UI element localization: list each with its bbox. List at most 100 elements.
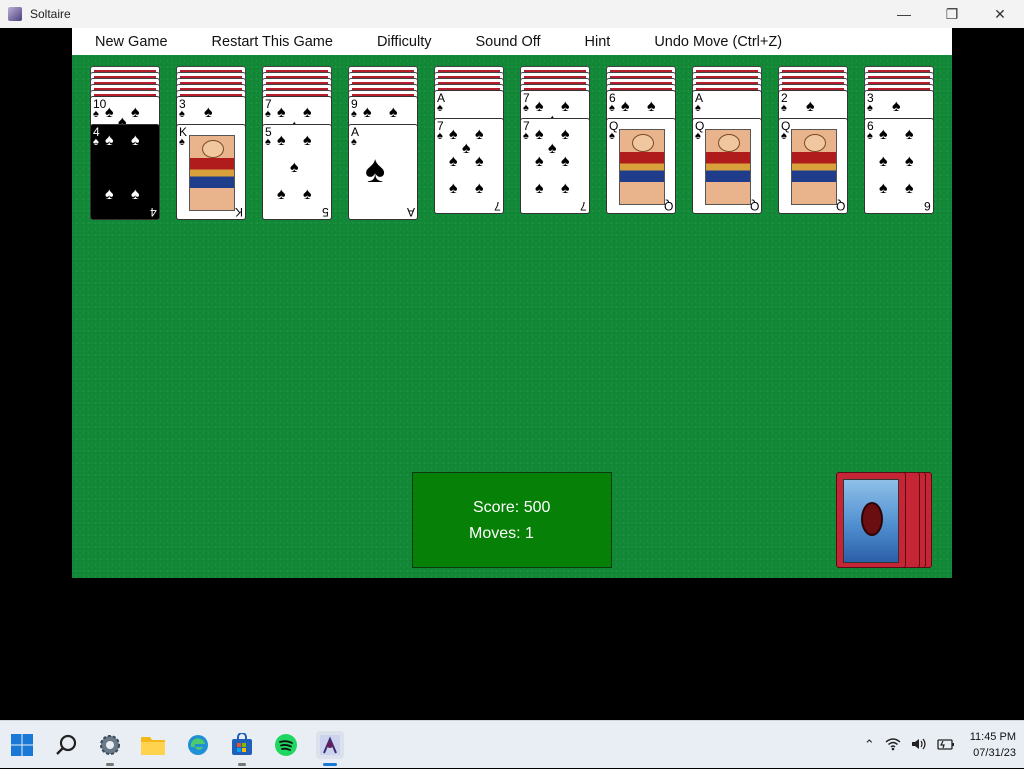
minimize-icon: — <box>897 6 911 22</box>
spade-icon: ♠ <box>781 130 787 142</box>
spade-pip-icon: ♠ <box>892 98 901 115</box>
clock[interactable]: 11:45 PM 07/31/23 <box>970 729 1016 761</box>
spade-pip-icon: ♠ <box>449 180 458 197</box>
spider-icon <box>861 502 883 536</box>
edge-icon <box>188 735 208 755</box>
spade-icon: ♠ <box>523 130 529 142</box>
spade-pip-icon: ♠ <box>905 180 914 197</box>
card-rank-bottom: Q <box>835 199 845 213</box>
face-card-art <box>189 135 235 211</box>
spade-pip-icon: ♠ <box>277 104 286 121</box>
menu-undo[interactable]: Undo Move (Ctrl+Z) <box>632 34 804 50</box>
window-title: Soltaire <box>30 7 71 21</box>
minimize-button[interactable]: — <box>880 0 928 28</box>
face-up-card[interactable]: A ♠ ♠ A <box>348 124 418 220</box>
spade-pip-icon: ♠ <box>449 153 458 170</box>
menu-difficulty[interactable]: Difficulty <box>355 34 454 50</box>
face-card-art <box>705 129 751 205</box>
title-bar: Soltaire — ❐ ✕ <box>0 0 1024 28</box>
spade-pip-icon: ♠ <box>561 153 570 170</box>
spade-icon: ♠ <box>523 102 529 114</box>
spotify-button[interactable] <box>272 731 300 759</box>
close-button[interactable]: ✕ <box>976 0 1024 28</box>
face-up-card[interactable]: 7♠♠♠♠♠♠♠♠7 <box>520 118 590 214</box>
menu-restart-game[interactable]: Restart This Game <box>190 34 355 50</box>
spotify-icon <box>275 734 297 756</box>
face-up-card[interactable]: 7♠♠♠♠♠♠♠♠7 <box>434 118 504 214</box>
face-card-art <box>791 129 837 205</box>
chevron-up-icon[interactable]: ⌃ <box>864 737 875 753</box>
menu-bar: New Game Restart This Game Difficulty So… <box>72 28 952 55</box>
spade-pip-icon: ♠ <box>303 186 312 203</box>
spade-icon: ♠ <box>867 130 873 142</box>
file-explorer-button[interactable] <box>139 731 167 759</box>
windows-start-button[interactable] <box>8 731 36 759</box>
spade-icon: ♠ <box>867 102 873 114</box>
spade-icon: ♠ <box>437 130 443 142</box>
microsoft-store-icon <box>232 733 252 755</box>
spade-icon: ♠ <box>351 136 357 148</box>
wifi-icon[interactable] <box>885 737 901 754</box>
score-label: Score: 500 <box>473 499 551 516</box>
spade-pip-icon: ♠ <box>561 126 570 143</box>
spade-pip-icon: ♠ <box>105 132 114 149</box>
spade-pip-icon: ♠ <box>475 153 484 170</box>
spade-pip-icon: ♠ <box>879 153 888 170</box>
stock-card-top[interactable] <box>836 472 906 568</box>
spade-icon: ♠ <box>93 136 99 148</box>
spade-pip-icon: ♠ <box>475 126 484 143</box>
spade-icon: ♠ <box>179 108 185 120</box>
face-up-card[interactable]: Q ♠ Q <box>606 118 676 214</box>
spade-pip-icon: ♠ <box>905 126 914 143</box>
menu-hint[interactable]: Hint <box>563 34 633 50</box>
spade-icon: ♠ <box>695 130 701 142</box>
edge-button[interactable] <box>184 731 212 759</box>
spade-icon: ♠ <box>351 108 357 120</box>
face-up-card[interactable]: K ♠ K <box>176 124 246 220</box>
spade-pip-icon: ♠ <box>131 186 140 203</box>
system-tray: ⌃ 11:45 PM 07/31/23 <box>859 721 1016 769</box>
card-rank-bottom: 5 <box>322 205 329 219</box>
stock-pile[interactable] <box>836 472 936 568</box>
taskbar: ⌃ 11:45 PM 07/31/23 <box>0 720 1024 768</box>
menu-sound-toggle[interactable]: Sound Off <box>453 34 562 50</box>
card-rank-bottom: A <box>406 205 415 219</box>
store-button[interactable] <box>228 731 256 766</box>
file-explorer-icon <box>141 737 165 755</box>
restore-button[interactable]: ❐ <box>928 0 976 28</box>
selected-card[interactable]: 4 ♠ ♠ ♠ ♠ ♠ 4 <box>90 124 160 220</box>
spade-pip-icon: ♠ <box>303 104 312 121</box>
card-rank-bottom: 7 <box>580 199 587 213</box>
menu-new-game[interactable]: New Game <box>72 34 190 50</box>
card-rank-bottom: Q <box>663 199 673 213</box>
battery-icon[interactable] <box>937 737 955 754</box>
spade-pip-icon: ♠ <box>561 180 570 197</box>
face-up-card[interactable]: Q ♠ Q <box>692 118 762 214</box>
card-rank-bottom: 6 <box>924 199 931 213</box>
card-rank-bottom: 7 <box>494 199 501 213</box>
spade-pip-icon: ♠ <box>535 180 544 197</box>
settings-button[interactable] <box>96 731 124 766</box>
spade-icon: ♠ <box>265 108 271 120</box>
card-rank-bottom: 4 <box>150 205 157 219</box>
spade-pip-icon: ♠ <box>879 180 888 197</box>
face-up-card[interactable]: 5 ♠ ♠ ♠ ♠ ♠ ♠ 5 <box>262 124 332 220</box>
spade-pip-icon: ♠ <box>389 104 398 121</box>
spade-pip-icon: ♠ <box>475 180 484 197</box>
face-up-card[interactable]: Q ♠ Q <box>778 118 848 214</box>
spade-pip-icon: ♠ <box>105 186 114 203</box>
volume-icon[interactable] <box>911 737 927 754</box>
spider-solitaire-button[interactable] <box>316 731 344 766</box>
clock-time: 11:45 PM <box>969 731 1016 743</box>
spade-pip-icon: ♠ <box>449 126 458 143</box>
spade-pip-icon: ♠ <box>535 98 544 115</box>
game-table[interactable]: 10♠♠♠♠♠♠♠♠♠♠♠104♠♠♠♠♠43♠♠♠♠3K♠K7♠♠♠♠♠♠♠♠… <box>72 55 952 578</box>
restore-icon: ❐ <box>945 5 959 22</box>
close-icon: ✕ <box>994 5 1006 22</box>
face-up-card[interactable]: 6♠♠♠♠♠♠♠6 <box>864 118 934 214</box>
spade-pip-icon: ♠ <box>204 104 213 121</box>
spade-pip-icon: ♠ <box>290 159 299 176</box>
spade-pip-icon: ♠ <box>621 98 630 115</box>
search-button[interactable] <box>53 731 81 759</box>
spade-pip-icon: ♠ <box>806 98 815 115</box>
